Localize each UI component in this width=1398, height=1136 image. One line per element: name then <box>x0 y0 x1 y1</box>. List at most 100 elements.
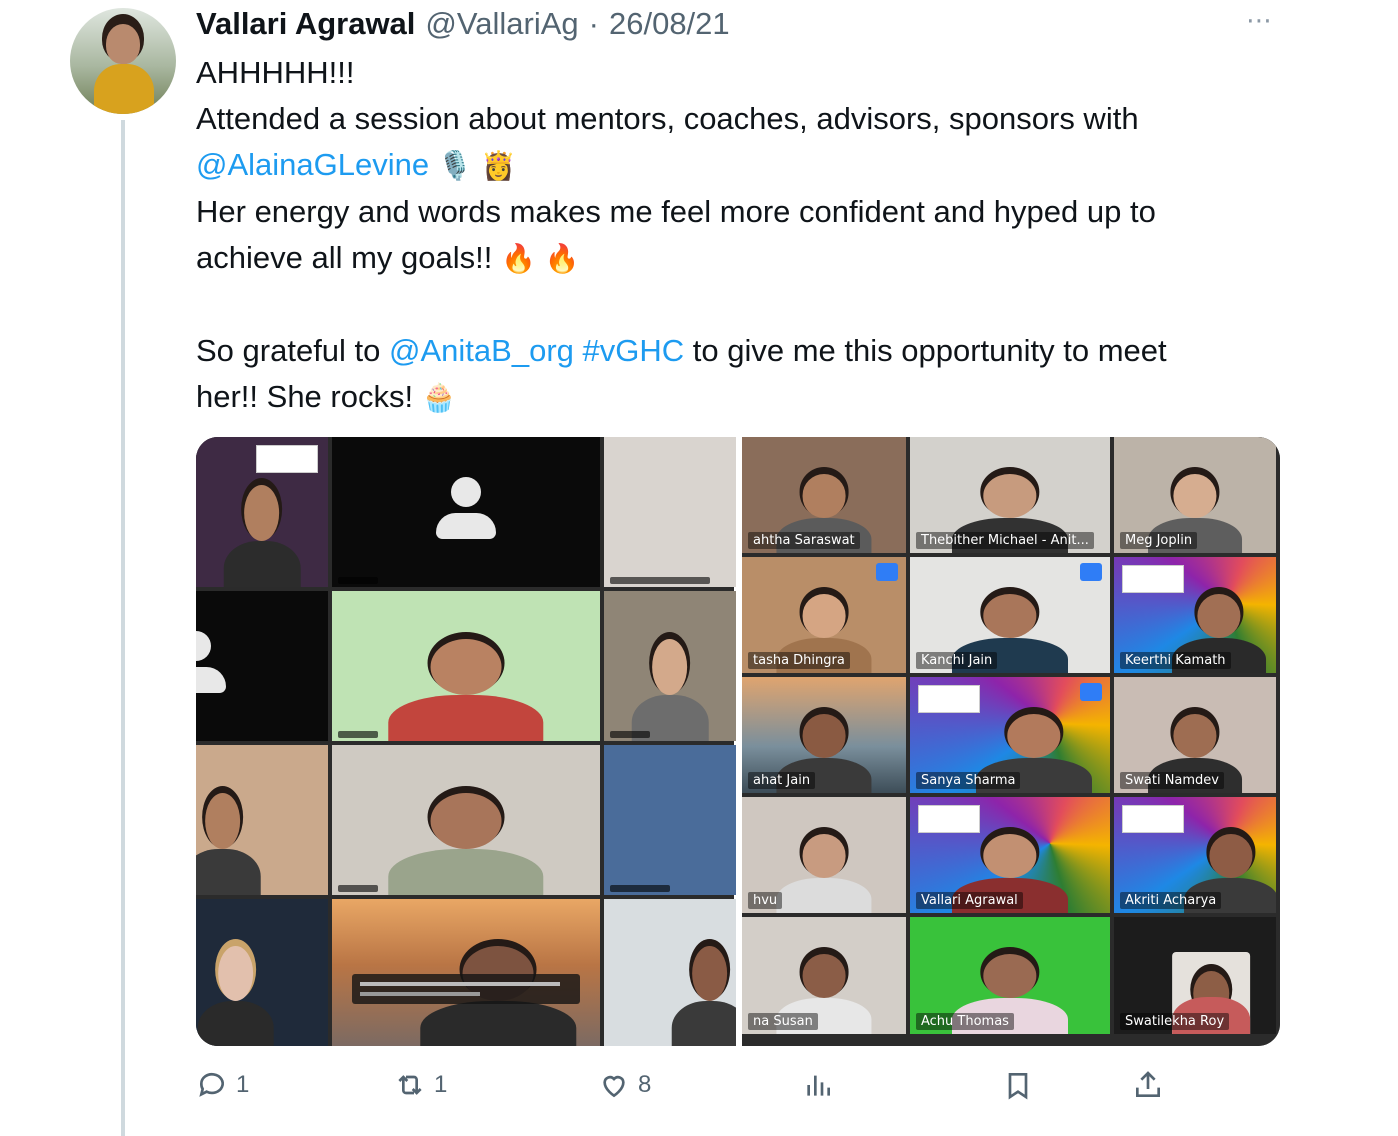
video-tile: ahat Jain <box>742 677 906 793</box>
views-button[interactable] <box>802 1062 834 1108</box>
reply-count: 1 <box>236 1071 250 1098</box>
media-image-right[interactable]: ahtha Saraswat Thebither Michael - Anit.… <box>742 437 1280 1046</box>
more-options-icon[interactable]: ⋯ <box>1246 7 1274 33</box>
avatar-scarf <box>94 64 154 114</box>
tweet-text-span: achieve all my goals!! <box>196 240 493 275</box>
name-label <box>610 577 710 584</box>
tweet-line: @AlainaGLevine 🎙️ 👸 <box>196 142 1286 189</box>
fire-emoji: 🔥 <box>501 243 536 274</box>
participant-name-label: tasha Dhingra <box>748 652 850 669</box>
more-icon-badge <box>1080 683 1102 701</box>
participant-name-label: Sanya Sharma <box>916 772 1021 789</box>
like-button[interactable]: 8 <box>598 1062 651 1108</box>
logo-badge <box>1122 565 1184 593</box>
media-gallery[interactable]: ahtha Saraswat Thebither Michael - Anit.… <box>196 437 1280 1046</box>
participant <box>388 639 544 741</box>
tweet-line: Attended a session about mentors, coache… <box>196 96 1286 142</box>
separator-dot: · <box>588 6 599 41</box>
tweet-line: achieve all my goals!! 🔥 🔥 <box>196 235 1286 282</box>
tweet-text-span: Attended a session about mentors, coache… <box>196 101 1139 136</box>
thread-line <box>121 120 125 1136</box>
hashtag-link[interactable]: #vGHC <box>583 333 685 368</box>
video-tile <box>604 591 736 741</box>
tweet-line: So grateful to @AnitaB_org #vGHC to give… <box>196 328 1286 374</box>
media-image-left[interactable] <box>196 437 736 1046</box>
participant-name-label: Vallari Agrawal <box>916 892 1023 909</box>
participant <box>388 793 544 895</box>
tweet-header: Vallari Agrawal @VallariAg · 26/08/21 <box>196 4 730 44</box>
share-button[interactable] <box>1132 1062 1164 1108</box>
logo-badge <box>256 445 318 473</box>
tweet-text: AHHHHH!!! Attended a session about mento… <box>196 50 1286 421</box>
video-tile: na Susan <box>742 917 906 1034</box>
video-tile: hvu <box>742 797 906 913</box>
bookmark-button[interactable] <box>1002 1062 1034 1108</box>
participant-name-label: hvu <box>748 892 783 909</box>
participant-name-label: Thebither Michael - Anit... <box>916 532 1094 549</box>
analytics-icon <box>807 1075 830 1096</box>
tweet-actions: 1 1 8 <box>196 1062 1176 1108</box>
participant-name-label: Swati Namdev <box>1120 772 1224 789</box>
video-tile: Swatilekha Roy <box>1114 917 1276 1034</box>
video-tile <box>196 899 328 1046</box>
participant <box>196 793 261 895</box>
live-transcription-notice <box>352 974 580 1004</box>
microphone-emoji: 🎙️ <box>437 150 473 181</box>
video-tile <box>604 745 736 895</box>
video-tile: Achu Thomas <box>910 917 1110 1034</box>
video-tile: ahtha Saraswat <box>742 437 906 553</box>
mention-link[interactable]: @AlainaGLevine <box>196 147 429 182</box>
like-count: 8 <box>638 1071 652 1098</box>
logo-badge <box>1122 805 1184 833</box>
video-tile: tasha Dhingra <box>742 557 906 673</box>
participant-name-label: na Susan <box>748 1013 818 1030</box>
author-handle[interactable]: @VallariAg <box>425 6 578 42</box>
cupcake-emoji: 🧁 <box>421 382 457 413</box>
name-label <box>338 885 378 892</box>
avatar[interactable] <box>70 8 176 114</box>
author-name[interactable]: Vallari Agrawal <box>196 6 415 42</box>
video-tile <box>332 437 600 587</box>
video-tile <box>604 899 736 1046</box>
video-tile <box>332 899 600 1046</box>
participant <box>223 485 301 587</box>
tweet-date[interactable]: 26/08/21 <box>609 6 730 42</box>
name-label <box>610 885 670 892</box>
mention-link[interactable]: @AnitaB_org <box>389 333 574 368</box>
video-tile <box>196 591 328 741</box>
video-tile <box>332 591 600 741</box>
more-icon-badge <box>1080 563 1102 581</box>
logo-badge <box>918 805 980 833</box>
retweet-count: 1 <box>434 1071 448 1098</box>
participant-name-label: Kanchi Jain <box>916 652 998 669</box>
reply-icon <box>199 1072 224 1097</box>
participant <box>671 946 736 1046</box>
participant-name-label: ahtha Saraswat <box>748 532 860 549</box>
more-icon-badge <box>876 563 898 581</box>
video-call-grid: ahtha Saraswat Thebither Michael - Anit.… <box>742 437 1280 1046</box>
name-label <box>338 731 378 738</box>
tweet-line: AHHHHH!!! <box>196 55 355 90</box>
video-tile: Meg Joplin <box>1114 437 1276 553</box>
name-label <box>338 577 378 584</box>
video-tile: Swati Namdev <box>1114 677 1276 793</box>
video-call-grid <box>196 437 736 1046</box>
video-tile: Thebither Michael - Anit... <box>910 437 1110 553</box>
user-avatar-icon <box>196 631 226 701</box>
tweet-text-span: her!! She rocks! <box>196 379 414 414</box>
video-tile: Kanchi Jain <box>910 557 1110 673</box>
princess-emoji: 👸 <box>481 150 517 181</box>
tweet-line: her!! She rocks! 🧁 <box>196 374 1286 421</box>
bookmark-icon <box>1008 1073 1028 1100</box>
participant-name-label: Meg Joplin <box>1120 532 1198 549</box>
video-tile <box>196 745 328 895</box>
avatar-head <box>106 24 140 64</box>
video-tile: Vallari Agrawal <box>910 797 1110 913</box>
user-avatar-icon <box>436 477 496 547</box>
participant-name-label: Keerthi Kamath <box>1120 652 1231 669</box>
participant <box>776 834 872 913</box>
reply-button[interactable]: 1 <box>196 1062 249 1108</box>
name-label <box>610 731 650 738</box>
retweet-button[interactable]: 1 <box>394 1062 447 1108</box>
